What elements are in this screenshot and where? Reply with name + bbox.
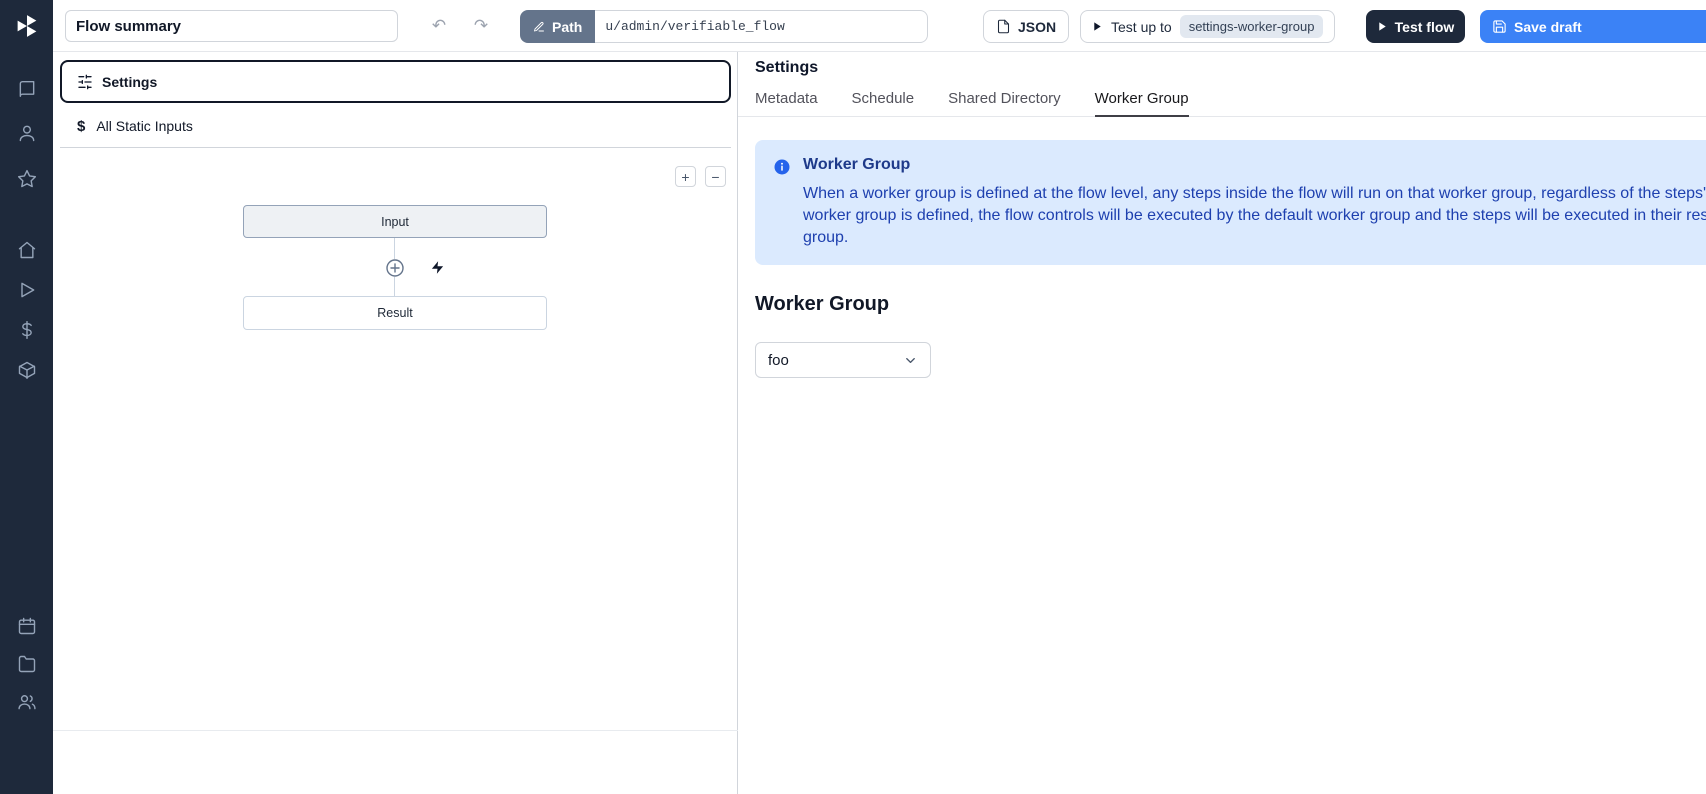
app-sidebar <box>0 0 53 794</box>
settings-panel-title: Settings <box>755 59 818 77</box>
flow-settings-label: Settings <box>102 74 157 90</box>
windmill-logo[interactable] <box>0 11 53 41</box>
worker-group-value: foo <box>768 352 789 369</box>
tab-metadata[interactable]: Metadata <box>755 90 818 116</box>
path-input[interactable] <box>595 10 928 43</box>
save-icon <box>1492 19 1507 34</box>
star-icon[interactable] <box>0 167 53 191</box>
zoom-out-button[interactable]: − <box>705 166 726 187</box>
flow-summary-input[interactable] <box>65 10 398 42</box>
chevron-down-icon <box>903 353 918 368</box>
path-label: Path <box>552 19 582 35</box>
undo-button[interactable]: ↶ <box>421 10 457 42</box>
result-node[interactable]: Result <box>243 296 547 330</box>
sliders-icon <box>77 74 93 90</box>
users-icon[interactable] <box>0 690 53 714</box>
tab-worker-group[interactable]: Worker Group <box>1095 90 1189 117</box>
play-small-icon <box>1092 21 1103 32</box>
play-icon[interactable] <box>0 278 53 302</box>
tab-schedule[interactable]: Schedule <box>852 90 915 116</box>
book-icon[interactable] <box>0 78 53 102</box>
cube-icon[interactable] <box>0 358 53 382</box>
worker-group-info-box: Worker Group When a worker group is defi… <box>755 140 1706 265</box>
test-flow-button[interactable]: Test flow <box>1366 10 1465 43</box>
tab-shared-directory[interactable]: Shared Directory <box>948 90 1061 116</box>
settings-panel: Settings Metadata Schedule Shared Direct… <box>738 52 1706 794</box>
folder-icon[interactable] <box>0 652 53 676</box>
info-box-title: Worker Group <box>803 156 1706 174</box>
result-node-label: Result <box>377 306 412 320</box>
redo-button[interactable]: ↷ <box>463 10 499 42</box>
panel-divider <box>53 730 738 731</box>
all-static-inputs-label: All Static Inputs <box>96 118 193 134</box>
json-button[interactable]: JSON <box>983 10 1069 43</box>
zoom-in-button[interactable]: + <box>675 166 696 187</box>
add-step-button[interactable] <box>386 259 404 277</box>
dollar-icon[interactable] <box>0 318 53 342</box>
file-json-icon <box>996 19 1011 34</box>
info-box-body: When a worker group is defined at the fl… <box>803 183 1706 249</box>
test-up-to-label: Test up to <box>1111 19 1172 35</box>
calendar-icon[interactable] <box>0 614 53 638</box>
dollar-sign-icon: $ <box>77 118 85 135</box>
path-group: Path <box>520 10 928 43</box>
flow-settings-node[interactable]: Settings <box>60 60 731 103</box>
test-up-to-badge: settings-worker-group <box>1180 15 1324 38</box>
test-flow-label: Test flow <box>1395 19 1455 35</box>
save-draft-button[interactable]: Save draft <box>1480 10 1706 43</box>
input-node[interactable]: Input <box>243 205 547 238</box>
all-static-inputs-item[interactable]: $ All Static Inputs <box>60 105 731 148</box>
worker-group-heading: Worker Group <box>755 293 889 316</box>
pencil-icon <box>533 21 545 33</box>
worker-group-select[interactable]: foo <box>755 342 931 378</box>
flow-graph-panel: Settings $ All Static Inputs + − Input R… <box>53 52 738 794</box>
home-icon[interactable] <box>0 238 53 262</box>
settings-tabs: Metadata Schedule Shared Directory Worke… <box>738 90 1706 117</box>
edit-path-button[interactable]: Path <box>520 10 595 43</box>
info-icon <box>773 158 791 249</box>
save-draft-label: Save draft <box>1514 19 1582 35</box>
top-toolbar: ↶ ↷ Path JSON Test up to settings-worker… <box>53 0 1706 52</box>
json-label: JSON <box>1018 19 1056 35</box>
test-up-to-button[interactable]: Test up to settings-worker-group <box>1080 10 1335 43</box>
play-white-icon <box>1377 21 1388 32</box>
trigger-bolt-icon[interactable] <box>430 260 445 275</box>
user-icon[interactable] <box>0 121 53 145</box>
input-node-label: Input <box>381 215 409 229</box>
